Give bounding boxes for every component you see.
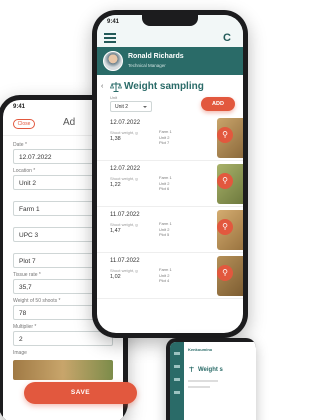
zoom-icon[interactable]: ⚲	[217, 265, 233, 281]
tablet-placeholder-line	[188, 386, 210, 388]
user-role: Technical Manager	[128, 63, 166, 68]
scale-icon	[189, 366, 194, 372]
row-location: Farm 1 Unit 2 Plot 4	[159, 267, 172, 283]
row-date: 12.07.2022	[110, 120, 141, 126]
scale-icon	[110, 82, 122, 92]
tablet-screen: Kenkoumino Weight s	[170, 342, 256, 420]
zoom-icon[interactable]: ⚲	[217, 173, 233, 189]
sample-image[interactable]	[13, 360, 113, 380]
sample-list: 12.07.2022 Shoot weight, g 1,38 Farm 1 Un…	[97, 115, 243, 299]
tablet-placeholder-line	[188, 380, 218, 382]
list-screen: 9:41 C Ronald Richards Technical Manager…	[97, 15, 243, 333]
list-item[interactable]: 12.07.2022 Shoot weight, g 1,22 Farm 1 Un…	[97, 161, 243, 207]
row-weight: 1,02	[110, 274, 121, 280]
row-location: Farm 1 Unit 2 Plot 6	[159, 175, 172, 191]
tablet-sidebar	[170, 342, 184, 420]
avatar[interactable]	[103, 51, 123, 71]
list-item[interactable]: 12.07.2022 Shoot weight, g 1,38 Farm 1 Un…	[97, 115, 243, 161]
row-location: Farm 1 Unit 2 Plot 7	[159, 129, 172, 145]
page-title: Weight sampling	[124, 81, 204, 92]
chevron-left-icon[interactable]: ‹	[101, 83, 103, 90]
tablet-page-title: Weight s	[198, 367, 223, 373]
list-phone: 9:41 C Ronald Richards Technical Manager…	[92, 10, 248, 338]
tablet-brand: Kenkoumino	[188, 347, 213, 352]
row-date: 12.07.2022	[110, 166, 141, 172]
logo-icon: C	[223, 32, 231, 44]
app-bar: C	[97, 29, 243, 47]
image-label: Image	[13, 350, 27, 356]
list-item[interactable]: 11.07.2022 Shoot weight, g 1,02 Farm 1 Un…	[97, 253, 243, 299]
row-weight-label: Shoot weight, g	[110, 176, 138, 181]
close-button[interactable]: Close	[13, 119, 35, 129]
unit-filter-select[interactable]: Unit 2	[110, 101, 152, 112]
phone-notch	[142, 15, 198, 26]
tablet-device: Kenkoumino Weight s	[166, 338, 256, 420]
row-weight: 1,38	[110, 136, 121, 142]
row-date: 11.07.2022	[110, 212, 140, 218]
zoom-icon[interactable]: ⚲	[217, 219, 233, 235]
menu-icon[interactable]	[104, 33, 116, 45]
user-bar: Ronald Richards Technical Manager	[97, 47, 243, 75]
save-button[interactable]: SAVE	[24, 382, 137, 404]
list-item[interactable]: 11.07.2022 Shoot weight, g 1,47 Farm 1 Un…	[97, 207, 243, 253]
row-location: Farm 1 Unit 2 Plot 5	[159, 221, 172, 237]
user-name: Ronald Richards	[128, 53, 184, 60]
row-weight: 1,47	[110, 228, 121, 234]
zoom-icon[interactable]: ⚲	[217, 127, 233, 143]
add-button[interactable]: ADD	[201, 97, 235, 111]
multiplier-field[interactable]: 2	[13, 331, 113, 346]
row-weight-label: Shoot weight, g	[110, 222, 138, 227]
row-weight: 1,22	[110, 182, 121, 188]
form-title: Ad	[63, 117, 76, 128]
row-weight-label: Shoot weight, g	[110, 268, 138, 273]
unit-caption: Unit	[110, 95, 118, 100]
row-weight-label: Shoot weight, g	[110, 130, 138, 135]
row-date: 11.07.2022	[110, 258, 140, 264]
